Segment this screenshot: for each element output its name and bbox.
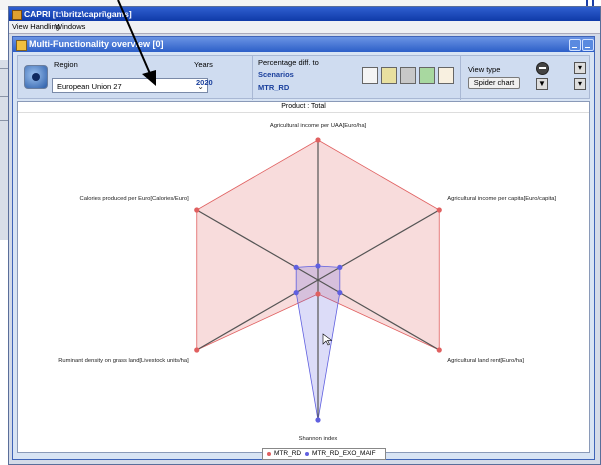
legend-swatch-mtr-rd (267, 452, 271, 456)
window-title: Multi-Functionality overview [0] (29, 39, 164, 49)
inner-title-bar[interactable]: Multi-Functionality overview [0] (13, 37, 594, 52)
app-title-bar[interactable]: CAPRI [t:\britz\capri\gams] (9, 7, 600, 21)
view-type-button[interactable]: Spider chart (468, 77, 520, 89)
spider-chart[interactable]: Agricultural income per UAA[Euro/ha] Agri… (18, 102, 589, 447)
wrench-icon[interactable] (400, 67, 416, 84)
menu-windows[interactable]: Windows (55, 21, 85, 33)
data-point (194, 207, 200, 213)
globe-icon[interactable] (24, 65, 48, 89)
axis-label: Agricultural income per UAA[Euro/ha] (270, 123, 367, 129)
data-point (315, 417, 321, 423)
data-point (315, 137, 321, 143)
filter-down-icon[interactable]: ▼ (536, 78, 548, 90)
legend-label-mtr-rd: MTR_RD (274, 450, 302, 457)
axis-label: Agricultural land rent[Euro/ha] (447, 358, 524, 364)
remove-icon[interactable] (536, 62, 549, 75)
region-label: Region (54, 60, 78, 69)
years-value[interactable]: 2020 (196, 78, 213, 87)
app-icon (12, 10, 22, 20)
data-point (436, 347, 442, 353)
percentage-diff-label: Percentage diff. to (258, 58, 319, 67)
maximize-button[interactable] (582, 39, 594, 51)
refresh-icon[interactable] (419, 67, 435, 84)
region-select[interactable]: European Union 27 ⌄ (52, 78, 208, 93)
window-icon (16, 40, 27, 51)
export-icon[interactable] (381, 67, 397, 84)
filter-icon[interactable]: ▾ (574, 62, 586, 74)
scenarios-label[interactable]: Scenarios (258, 70, 294, 79)
axis-label: Ruminant density on grass land[Livestock… (58, 358, 189, 364)
line-chart-icon[interactable] (438, 67, 454, 84)
data-point (293, 264, 299, 270)
legend-swatch-mtr-rd-exo-maif (305, 452, 309, 456)
capri-main-window: CAPRI [t:\britz\capri\gams] View Handlin… (8, 6, 601, 465)
menu-bar: View Handling Windows (9, 21, 600, 34)
app-title: CAPRI [t:\britz\capri\gams] (24, 9, 132, 19)
divider (252, 56, 253, 100)
copy-icon[interactable] (362, 67, 378, 84)
region-select-value: European Union 27 (57, 82, 122, 91)
data-point (315, 263, 321, 269)
spider-chart-panel: Product : Total Agricultural income per … (17, 101, 590, 460)
legend-label-mtr-rd-exo-maif: MTR_RD_EXO_MAIF (312, 450, 376, 457)
toolbar: Region European Union 27 ⌄ Years 2020 Pe… (17, 55, 590, 100)
data-point (436, 207, 442, 213)
minimize-button[interactable] (569, 39, 581, 51)
multi-functionality-window: Multi-Functionality overview [0] Region … (12, 36, 595, 460)
scenario-value[interactable]: MTR_RD (258, 83, 289, 92)
data-point (293, 290, 299, 296)
view-type-label: View type (468, 65, 501, 74)
menu-view-handling[interactable]: View Handling (12, 21, 60, 33)
data-point (337, 264, 343, 270)
divider (460, 56, 461, 100)
axis-label: Shannon index (299, 436, 338, 442)
chart-legend: MTR_RD MTR_RD_EXO_MAIF (262, 448, 386, 460)
axis-label: Agricultural income per capita[Euro/capi… (447, 196, 556, 202)
axis-label: Calories produced per Euro[Calories/Euro… (80, 196, 190, 202)
filter-icon[interactable]: ▾ (574, 78, 586, 90)
data-point (194, 347, 200, 353)
data-point (315, 291, 321, 297)
data-point (337, 290, 343, 296)
years-label: Years (194, 60, 213, 69)
